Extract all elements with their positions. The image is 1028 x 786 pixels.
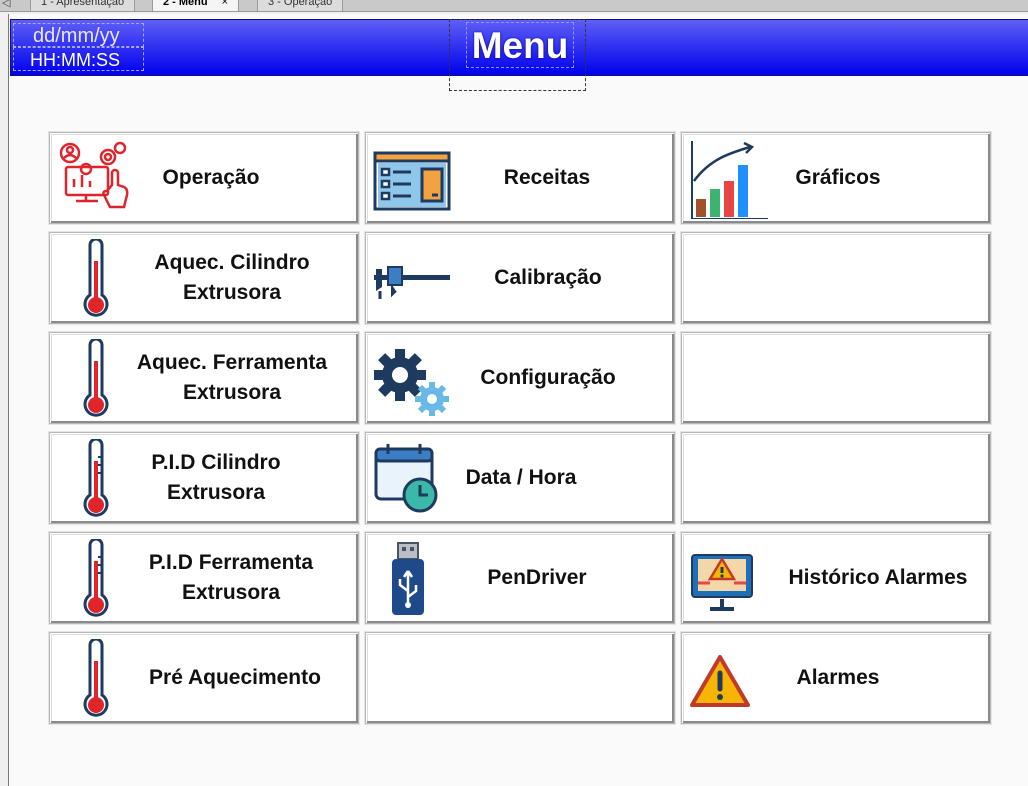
label-line: P.I.D Ferramenta [148, 551, 314, 574]
label-line: Extrusora [182, 281, 282, 304]
operator-control-icon [59, 141, 129, 209]
alarmes-button[interactable]: Alarmes [680, 631, 992, 725]
tab-label: 2 - Menu [163, 0, 208, 8]
empty-slot[interactable] [680, 331, 992, 425]
tab-menu[interactable]: 2 - Menu × [152, 0, 240, 11]
label-line: Extrusora [181, 581, 281, 604]
graficos-label: Gráficos [795, 166, 881, 189]
tab-apresentacao[interactable]: 1 - Apresentação [30, 0, 136, 11]
gears-icon [374, 349, 449, 416]
pre-aquecimento-label: Pré Aquecimento [149, 666, 321, 689]
historico-alarmes-label: Histórico Alarmes [788, 566, 968, 589]
label-line: Extrusora [166, 481, 266, 504]
historico-alarmes-button[interactable]: Histórico Alarmes [680, 531, 992, 625]
configuracao-button[interactable]: Configuração [364, 331, 676, 425]
pre-aquecimento-button[interactable]: Pré Aquecimento [48, 631, 360, 725]
empty-slot[interactable] [364, 631, 676, 725]
pid-cilindro-button[interactable]: P.I.D Cilindro Extrusora [48, 431, 360, 525]
aquec-ferramenta-button[interactable]: Aquec. Ferramenta Extrusora [48, 331, 360, 425]
hmi-screen: dd/mm/yy HH:MM:SS Menu Operação Receitas… [8, 14, 1028, 786]
thermometer-icon [83, 439, 109, 517]
page-title: Menu [466, 22, 574, 68]
thermometer-icon [83, 539, 109, 617]
tab-operacao[interactable]: 3 - Operação [257, 0, 344, 11]
configuracao-label: Configuração [480, 366, 616, 389]
page-title-frame: Menu [449, 19, 586, 91]
pendriver-button[interactable]: PenDriver [364, 531, 676, 625]
pid-ferramenta-label: P.I.D Ferramenta Extrusora [126, 533, 336, 623]
close-icon[interactable]: × [222, 0, 228, 8]
time-display: HH:MM:SS [13, 47, 144, 71]
calibracao-button[interactable]: Calibração [364, 231, 676, 325]
label-line: Aquec. Cilindro [154, 251, 310, 274]
empty-slot[interactable] [680, 431, 992, 525]
usb-drive-icon [392, 542, 424, 615]
tab-label: 3 - Operação [268, 0, 333, 8]
pid-cilindro-label: P.I.D Cilindro Extrusora [136, 433, 296, 523]
monitor-alarm-icon [691, 554, 753, 611]
calibracao-label: Calibração [494, 266, 602, 289]
pid-ferramenta-button[interactable]: P.I.D Ferramenta Extrusora [48, 531, 360, 625]
recipe-list-icon [373, 151, 451, 211]
label-line: P.I.D Cilindro [151, 451, 281, 474]
thermometer-icon [83, 239, 109, 317]
operacao-button[interactable]: Operação [48, 131, 360, 225]
empty-slot[interactable] [680, 231, 992, 325]
aquec-cilindro-button[interactable]: Aquec. Cilindro Extrusora [48, 231, 360, 325]
aquec-ferramenta-label: Aquec. Ferramenta Extrusora [122, 333, 342, 423]
date-display: dd/mm/yy [13, 23, 144, 47]
graficos-button[interactable]: Gráficos [680, 131, 992, 225]
warning-triangle-icon [690, 655, 750, 707]
pendriver-label: PenDriver [487, 566, 587, 589]
tab-strip: ◁ 1 - Apresentação 2 - Menu × 3 - Operaçã… [0, 0, 1028, 12]
label-line: Extrusora [182, 381, 282, 404]
bar-chart-icon [691, 141, 768, 219]
tab-scroll-left-icon[interactable]: ◁ [2, 0, 10, 9]
receitas-button[interactable]: Receitas [364, 131, 676, 225]
caliper-icon [374, 266, 450, 299]
aquec-cilindro-label: Aquec. Cilindro Extrusora [136, 233, 328, 323]
data-hora-label: Data / Hora [465, 466, 577, 489]
operacao-label: Operação [162, 166, 260, 189]
label-line: Aquec. Ferramenta [136, 351, 328, 374]
alarmes-label: Alarmes [796, 666, 880, 689]
thermometer-icon [83, 639, 109, 717]
data-hora-button[interactable]: Data / Hora [364, 431, 676, 525]
tab-label: 1 - Apresentação [41, 0, 125, 8]
receitas-label: Receitas [503, 166, 591, 189]
